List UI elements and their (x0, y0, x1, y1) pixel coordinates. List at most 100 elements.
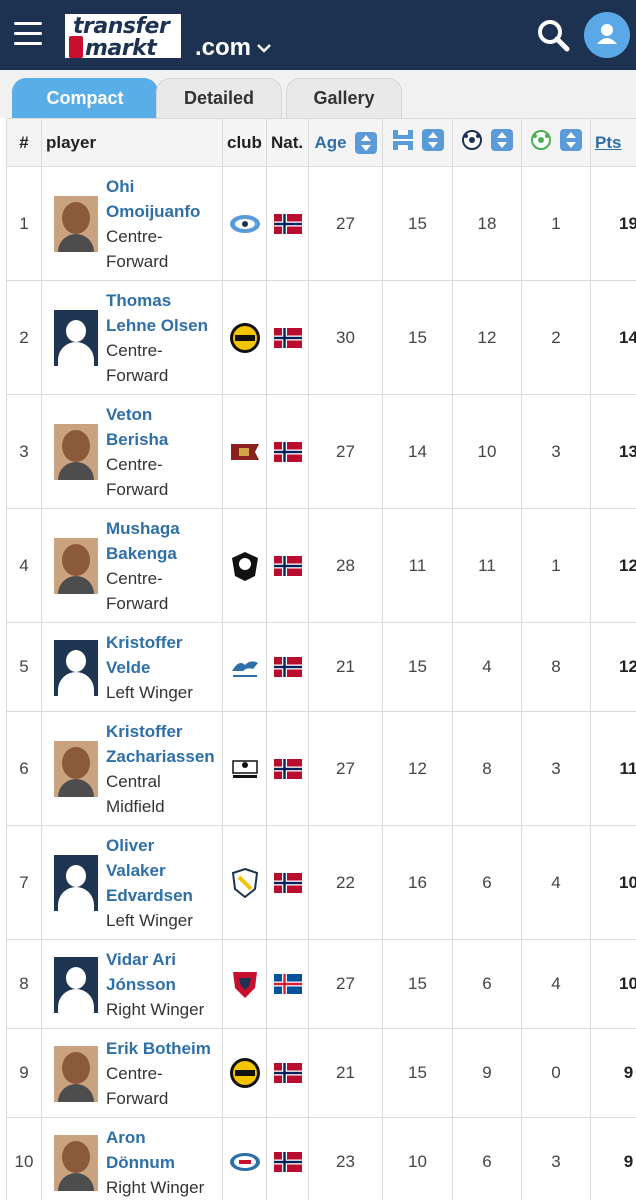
player-name-line[interactable]: Edvardsen (106, 883, 193, 908)
player-info: Vidar Ari Jónsson Right Winger (106, 947, 204, 1022)
player-name-line[interactable]: Vidar Ari (106, 947, 204, 972)
assists-cell: 2 (521, 280, 591, 395)
player-name-line[interactable]: Lehne Olsen (106, 313, 208, 338)
sort-icon[interactable] (560, 129, 582, 151)
player-name-line[interactable]: Jónsson (106, 972, 204, 997)
player-position-line: Right Winger (106, 1000, 205, 1019)
player-photo[interactable] (54, 310, 98, 366)
player-photo[interactable] (54, 196, 98, 252)
domain-label[interactable]: .com (195, 34, 251, 62)
col-goals[interactable] (452, 118, 522, 167)
player-name-line[interactable]: Oliver (106, 833, 193, 858)
player-cell: Ohi Omoijuanfo Centre- Forward (41, 166, 223, 281)
player-name-line[interactable]: Berisha (106, 427, 168, 452)
club-crest-icon[interactable] (229, 208, 261, 240)
player-name-line[interactable]: Zachariassen (106, 744, 215, 769)
chevron-down-icon[interactable] (256, 40, 272, 56)
goals-cell: 11 (452, 508, 522, 623)
club-crest-icon[interactable] (229, 1057, 261, 1089)
norway-flag-icon (273, 213, 302, 234)
club-crest-icon[interactable] (229, 436, 261, 468)
appearances-cell: 15 (382, 1028, 453, 1118)
pts-sort-link[interactable]: Pts (595, 133, 621, 152)
col-appearances[interactable] (382, 118, 453, 167)
player-photo[interactable] (54, 1046, 98, 1102)
club-crest-icon[interactable] (229, 968, 261, 1000)
player-info: Erik Botheim Centre- Forward (106, 1036, 211, 1111)
player-cell: Thomas Lehne Olsen Centre- Forward (41, 280, 223, 395)
view-tabs: Compact Detailed Gallery (0, 70, 636, 118)
player-name-line[interactable]: Velde (106, 655, 193, 680)
sort-icon[interactable] (491, 129, 513, 151)
col-pts[interactable]: Pts (590, 118, 636, 167)
col-assists[interactable] (521, 118, 591, 167)
club-cell (222, 508, 267, 623)
player-position-line: Centre- (106, 341, 163, 360)
appearances-cell: 12 (382, 711, 453, 826)
player-photo[interactable] (54, 424, 98, 480)
player-photo[interactable] (54, 741, 98, 797)
nationality-cell (266, 1028, 309, 1118)
player-name-line[interactable]: Kristoffer (106, 719, 215, 744)
player-name-line[interactable]: Bakenga (106, 541, 180, 566)
table-row[interactable]: 6 Kristoffer Zachariassen Central Midfield 27… (6, 711, 636, 826)
table-row[interactable]: 1 Ohi Omoijuanfo Centre- Forward 27 15 18 1 19 (6, 166, 636, 281)
nationality-cell (266, 939, 309, 1029)
player-photo[interactable] (54, 1135, 98, 1191)
player-name-line[interactable]: Thomas (106, 288, 208, 313)
table-row[interactable]: 4 Mushaga Bakenga Centre- Forward 28 11 11 1 12 (6, 508, 636, 623)
club-cell (222, 939, 267, 1029)
rank-cell: 2 (6, 280, 42, 395)
table-row[interactable]: 2 Thomas Lehne Olsen Centre- Forward 30 15 12 2 1… (6, 280, 636, 395)
player-position-line: Centre- (106, 569, 163, 588)
sort-icon[interactable] (421, 129, 444, 151)
col-age[interactable]: Age (308, 118, 383, 167)
player-name-line[interactable]: Dönnum (106, 1150, 204, 1175)
player-photo[interactable] (54, 538, 98, 594)
site-logo[interactable]: transfer markt (63, 12, 183, 61)
club-crest-icon[interactable] (229, 651, 261, 683)
player-name-line[interactable]: Omoijuanfo (106, 199, 200, 224)
norway-flag-icon (273, 441, 302, 462)
club-crest-icon[interactable] (229, 322, 261, 354)
table-row[interactable]: 9 Erik Botheim Centre- Forward 21 15 9 0 9 (6, 1028, 636, 1118)
player-photo[interactable] (54, 855, 98, 911)
rank-cell: 8 (6, 939, 42, 1029)
search-icon[interactable] (536, 18, 570, 52)
club-crest-icon[interactable] (229, 867, 261, 899)
table-row[interactable]: 3 Veton Berisha Centre- Forward 27 14 10 3 13 (6, 394, 636, 509)
player-position-line: Centre- (106, 1064, 163, 1083)
points-cell: 19 (590, 166, 636, 281)
table-row[interactable]: 10 Aron Dönnum Right Winger 23 10 6 3 9 (6, 1117, 636, 1200)
player-name-line[interactable]: Veton (106, 402, 168, 427)
player-photo[interactable] (54, 957, 98, 1013)
norway-flag-icon (273, 657, 302, 678)
tab-detailed[interactable]: Detailed (156, 78, 282, 118)
player-photo[interactable] (54, 640, 98, 696)
player-name-line[interactable]: Kristoffer (106, 630, 193, 655)
points-cell: 11 (590, 711, 636, 826)
club-cell (222, 280, 267, 395)
club-crest-icon[interactable] (229, 550, 261, 582)
player-cell: Erik Botheim Centre- Forward (41, 1028, 223, 1118)
club-crest-icon[interactable] (229, 1146, 261, 1178)
player-name-line[interactable]: Valaker (106, 858, 193, 883)
club-crest-icon[interactable] (229, 753, 261, 785)
table-row[interactable]: 8 Vidar Ari Jónsson Right Winger 27 15 6 4 10 (6, 939, 636, 1029)
points-cell: 9 (590, 1028, 636, 1118)
tab-gallery[interactable]: Gallery (286, 78, 402, 118)
age-cell: 21 (308, 622, 383, 712)
sort-icon[interactable] (354, 131, 377, 154)
player-name-line[interactable]: Erik Botheim (106, 1036, 211, 1061)
player-position-line: Forward (106, 366, 169, 385)
table-row[interactable]: 7 Oliver Valaker Edvardsen Left Winger 22 16 6 4… (6, 825, 636, 940)
assists-cell: 8 (521, 622, 591, 712)
assists-cell: 0 (521, 1028, 591, 1118)
menu-icon[interactable] (14, 22, 42, 46)
player-name-line[interactable]: Aron (106, 1125, 204, 1150)
player-name-line[interactable]: Ohi (106, 174, 200, 199)
user-account-button[interactable] (584, 12, 630, 58)
player-name-line[interactable]: Mushaga (106, 516, 180, 541)
tab-compact[interactable]: Compact (12, 78, 158, 118)
table-row[interactable]: 5 Kristoffer Velde Left Winger 21 15 4 8 12 (6, 622, 636, 712)
